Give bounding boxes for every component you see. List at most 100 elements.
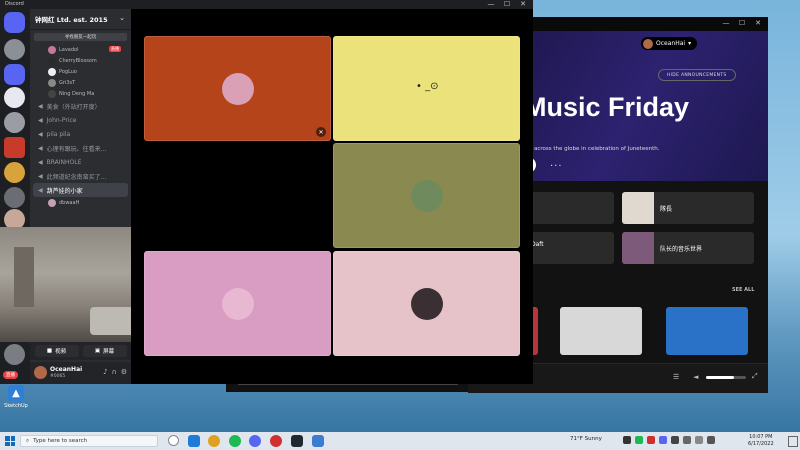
app-icon[interactable] [312, 435, 324, 447]
voice-channel[interactable]: ◀ John-Price [33, 113, 128, 127]
server-icon[interactable] [4, 87, 25, 108]
playlist-card[interactable] [666, 307, 748, 355]
minimize-icon[interactable]: — [718, 17, 734, 29]
file-explorer-icon[interactable] [188, 435, 200, 447]
more-options-button[interactable]: ... [550, 158, 563, 169]
find-friends-button[interactable]: 寻找朋友一起玩 [34, 33, 127, 41]
chevron-down-icon: ▾ [688, 40, 692, 47]
voice-user[interactable]: Lavadol 直播 [30, 44, 131, 55]
app-icon[interactable] [270, 435, 282, 447]
tray-icon[interactable] [659, 436, 667, 444]
voice-user-name: CherryBlossom [59, 57, 97, 64]
volume-icon[interactable] [707, 436, 715, 444]
task-view-icon[interactable] [168, 435, 179, 446]
server-icon[interactable] [4, 344, 25, 365]
search-box[interactable]: ⌕ Type here to search [20, 435, 158, 447]
discord-titlebar: Discord — ☐ ✕ [0, 0, 533, 9]
microphone-icon[interactable]: ♪ [103, 368, 107, 376]
tray-icon[interactable] [635, 436, 643, 444]
hero-title: Music Friday [524, 92, 690, 122]
voice-user[interactable]: Gri3sT [30, 77, 131, 88]
voice-user[interactable]: Ning Deng Ma [30, 88, 131, 99]
camera-icon: ■ [46, 348, 53, 354]
speaker-icon: ◀ [38, 172, 43, 180]
avatar [48, 198, 56, 207]
speaker-icon: ◀ [38, 158, 43, 166]
voice-channel-active[interactable]: ◀ 葫芦娃的小家 [33, 183, 128, 197]
voice-user[interactable]: dbwaaH [30, 197, 131, 208]
windows-start-icon[interactable] [5, 436, 15, 446]
voice-user[interactable]: PogLuo [30, 66, 131, 77]
participant-tile[interactable] [333, 251, 520, 356]
user-tag: #0065 [50, 374, 66, 379]
tray-icon[interactable] [647, 436, 655, 444]
avatar [48, 78, 56, 87]
timeline-track[interactable] [238, 384, 458, 385]
video-button[interactable]: ■ 视频 [34, 345, 79, 357]
video-stage: ✕ • _⊙ [131, 9, 533, 384]
clock[interactable]: 10:07 PM 6/17/2022 [748, 434, 774, 448]
voice-channel[interactable]: ◀ 美食（外站打开度） [33, 99, 128, 113]
notification-icon[interactable] [788, 436, 798, 447]
tray-icon[interactable] [671, 436, 679, 444]
user-name: OceanHai [50, 366, 83, 373]
tray-icon[interactable] [683, 436, 691, 444]
network-icon[interactable] [695, 436, 703, 444]
discord-home-icon[interactable] [4, 12, 25, 33]
channel-name: BRAINHOLE [46, 158, 82, 166]
volume-icon[interactable]: ◄ [693, 373, 698, 381]
shortcut-tile[interactable]: 队长的音乐世界 [622, 232, 754, 264]
voice-user-name: dbwaaH [59, 199, 80, 206]
server-header[interactable]: 钟网红 Ltd. est. 2015 ⌄ [30, 9, 131, 30]
server-icon[interactable] [4, 137, 25, 158]
voice-user-name: Ning Deng Ma [59, 90, 95, 97]
spotify-icon[interactable] [229, 435, 241, 447]
channel-name: 此频道纪念南蛮买了... [46, 173, 107, 181]
folder-icon[interactable] [4, 64, 25, 85]
screen-share-button[interactable]: ▣ 屏幕 [82, 345, 127, 357]
participant-tile[interactable] [333, 143, 520, 248]
terminal-icon[interactable] [291, 435, 303, 447]
server-icon[interactable] [4, 162, 25, 183]
user-menu-button[interactable]: OceanHai ▾ [641, 37, 698, 50]
voice-channel[interactable]: ◀ 此频道纪念南蛮买了... [33, 169, 128, 183]
participant-tile[interactable]: • _⊙ [333, 36, 520, 141]
playlist-card[interactable] [560, 307, 642, 355]
gear-icon[interactable]: ⚙ [121, 368, 127, 376]
live-badge: 直播 [109, 46, 121, 52]
desktop-icon-sketchup[interactable]: ▲ SketchUp [4, 385, 28, 409]
clock-date: 6/17/2022 [748, 441, 774, 447]
avatar[interactable] [34, 366, 47, 379]
participant-tile[interactable] [144, 251, 331, 356]
shortcut-tile[interactable]: 隊長 [622, 192, 754, 224]
tray-icon[interactable] [623, 436, 631, 444]
participant-tile[interactable] [144, 143, 331, 248]
see-all-link[interactable]: SEE ALL [732, 287, 754, 293]
weather-widget[interactable]: 71°F Sunny [570, 436, 602, 442]
sketchup-icon: ▲ [8, 385, 24, 401]
voice-channel[interactable]: ◀ pila pila [33, 127, 128, 141]
avatar [643, 38, 653, 49]
speaker-icon: ◀ [38, 144, 43, 152]
volume-slider[interactable] [706, 376, 746, 379]
shortcut-label: 队长的音乐世界 [660, 245, 703, 253]
hide-announcements-button[interactable]: HIDE ANNOUNCEMENTS [658, 69, 736, 81]
voice-channel[interactable]: ◀ BRAINHOLE [33, 155, 128, 169]
server-icon[interactable] [4, 112, 25, 133]
search-icon: ⌕ [26, 437, 30, 444]
server-icon[interactable] [4, 39, 25, 60]
participant-tile[interactable]: ✕ [144, 36, 331, 141]
album-art [622, 232, 654, 264]
server-icon[interactable] [4, 187, 25, 208]
voice-user[interactable]: CherryBlossom [30, 55, 131, 66]
taskbar: ⌕ Type here to search 71°F Sunny 10:07 P… [0, 432, 800, 450]
server-name: 钟网红 Ltd. est. 2015 [35, 16, 108, 24]
headphones-icon[interactable]: ∩ [112, 368, 117, 376]
fullscreen-icon[interactable]: ⤢ [752, 372, 758, 381]
queue-icon[interactable]: ☰ [673, 373, 679, 381]
maximize-icon[interactable]: ☐ [734, 17, 750, 29]
voice-channel[interactable]: ◀ 心理有跟玩、往看来... [33, 141, 128, 155]
discord-icon[interactable] [249, 435, 261, 447]
chrome-icon[interactable] [208, 435, 220, 447]
close-icon[interactable]: ✕ [750, 17, 766, 29]
